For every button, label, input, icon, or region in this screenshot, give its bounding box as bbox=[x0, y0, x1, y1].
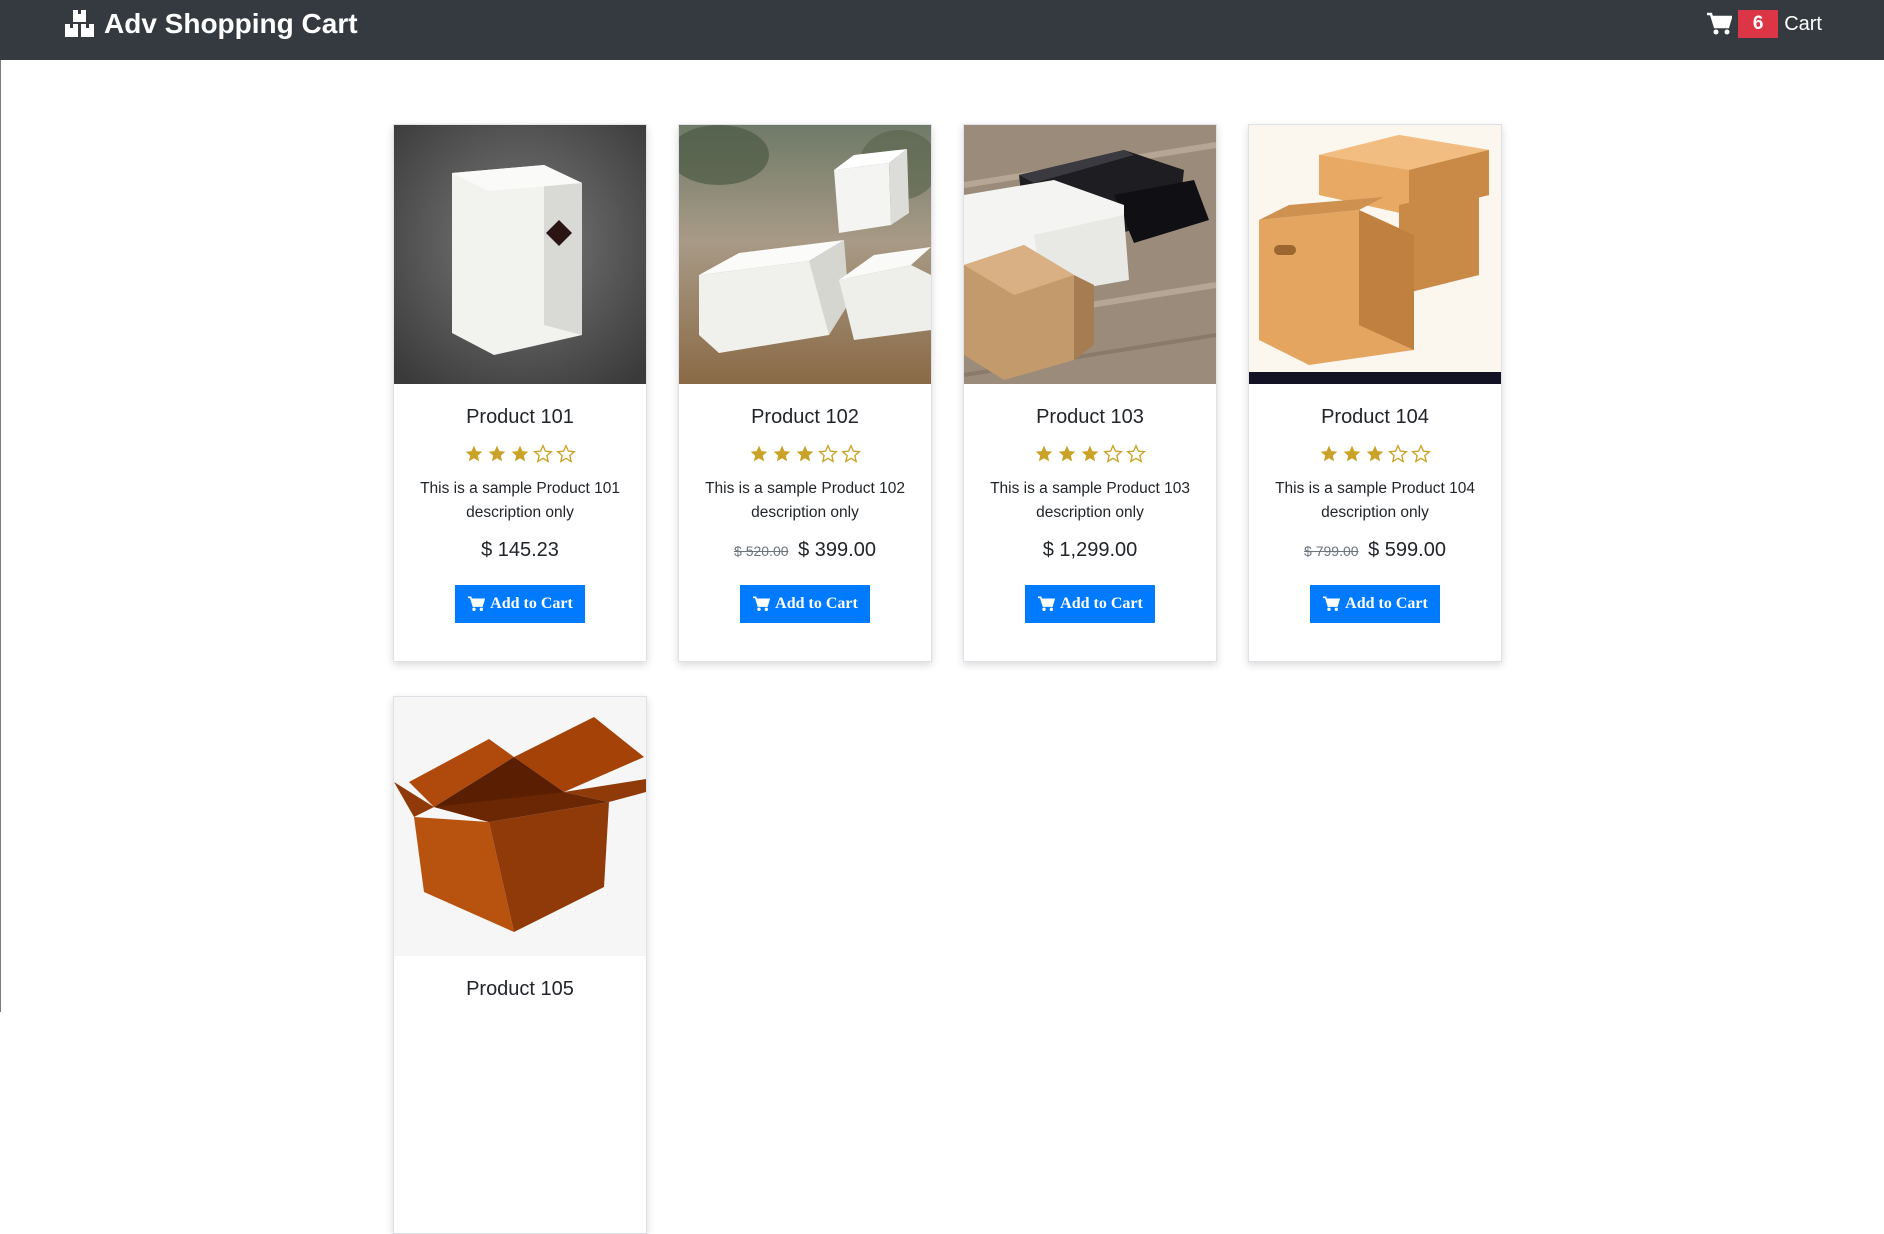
product-price-row: $ 1,299.00 bbox=[964, 539, 1216, 565]
boxes-icon bbox=[64, 9, 96, 39]
add-to-cart-label: Add to Cart bbox=[490, 595, 573, 612]
product-description: This is a sample Product 102 description… bbox=[705, 480, 905, 521]
star-empty-icon bbox=[841, 444, 861, 466]
rating-stars bbox=[964, 444, 1216, 466]
product-description: This is a sample Product 101 description… bbox=[420, 480, 620, 521]
product-old-price: $ 520.00 bbox=[734, 543, 789, 559]
add-to-cart-button[interactable]: Add to Cart bbox=[1310, 585, 1440, 623]
product-image[interactable] bbox=[394, 125, 646, 384]
star-filled-icon bbox=[510, 444, 530, 466]
brand-title: Adv Shopping Cart bbox=[104, 8, 358, 39]
brand-link[interactable]: Adv Shopping Cart bbox=[64, 6, 358, 42]
star-filled-icon bbox=[1034, 444, 1054, 466]
star-empty-icon bbox=[1411, 444, 1431, 466]
star-filled-icon bbox=[1319, 444, 1339, 466]
add-to-cart-label: Add to Cart bbox=[1060, 595, 1143, 612]
product-price: $ 599.00 bbox=[1368, 539, 1446, 561]
add-to-cart-button[interactable]: Add to Cart bbox=[455, 585, 585, 623]
star-empty-icon bbox=[1103, 444, 1123, 466]
star-empty-icon bbox=[1126, 444, 1146, 466]
rating-stars bbox=[1249, 444, 1501, 466]
product-card: Product 102 This is a sample Product 102… bbox=[678, 124, 932, 662]
product-title: Product 102 bbox=[751, 406, 859, 428]
product-price: $ 1,299.00 bbox=[1042, 539, 1138, 561]
star-filled-icon bbox=[487, 444, 507, 466]
navbar: Adv Shopping Cart 6 Cart bbox=[0, 0, 1884, 60]
star-filled-icon bbox=[772, 444, 792, 466]
product-card: Product 105 bbox=[393, 696, 647, 1234]
star-filled-icon bbox=[749, 444, 769, 466]
star-filled-icon bbox=[1342, 444, 1362, 466]
add-to-cart-label: Add to Cart bbox=[775, 595, 858, 612]
cart-icon bbox=[1706, 12, 1733, 36]
product-description: This is a sample Product 104 description… bbox=[1275, 480, 1475, 521]
star-filled-icon bbox=[1057, 444, 1077, 466]
product-price: $ 399.00 bbox=[798, 539, 876, 561]
add-to-cart-label: Add to Cart bbox=[1345, 595, 1428, 612]
product-image[interactable] bbox=[394, 697, 646, 956]
product-image[interactable] bbox=[1249, 125, 1501, 384]
star-empty-icon bbox=[533, 444, 553, 466]
product-price: $ 145.23 bbox=[481, 539, 559, 561]
product-grid: Product 101 This is a sample Product 101… bbox=[393, 124, 1523, 1234]
product-image[interactable] bbox=[964, 125, 1216, 384]
cart-label: Cart bbox=[1784, 12, 1822, 35]
add-to-cart-button[interactable]: Add to Cart bbox=[1025, 585, 1155, 623]
product-title: Product 104 bbox=[1321, 406, 1429, 428]
product-card: Product 104 This is a sample Product 104… bbox=[1248, 124, 1502, 662]
star-empty-icon bbox=[1388, 444, 1408, 466]
product-card: Product 101 This is a sample Product 101… bbox=[393, 124, 647, 662]
cart-icon bbox=[467, 596, 486, 612]
product-price-row: $ 520.00 $ 399.00 bbox=[679, 539, 931, 565]
page-left-border bbox=[0, 60, 1, 1012]
product-price-row: $ 145.23 bbox=[394, 539, 646, 565]
product-title: Product 103 bbox=[1036, 406, 1144, 428]
product-title: Product 105 bbox=[466, 978, 574, 1000]
star-filled-icon bbox=[1080, 444, 1100, 466]
star-filled-icon bbox=[795, 444, 815, 466]
star-filled-icon bbox=[464, 444, 484, 466]
cart-link[interactable]: 6 Cart bbox=[1706, 10, 1822, 38]
product-price-row: $ 799.00 $ 599.00 bbox=[1249, 539, 1501, 565]
star-filled-icon bbox=[1365, 444, 1385, 466]
cart-icon bbox=[752, 596, 771, 612]
cart-count-badge: 6 bbox=[1738, 10, 1779, 38]
cart-icon bbox=[1322, 596, 1341, 612]
rating-stars bbox=[394, 444, 646, 466]
product-image[interactable] bbox=[679, 125, 931, 384]
add-to-cart-button[interactable]: Add to Cart bbox=[740, 585, 870, 623]
star-empty-icon bbox=[818, 444, 838, 466]
product-description: This is a sample Product 103 description… bbox=[990, 480, 1190, 521]
product-title: Product 101 bbox=[466, 406, 574, 428]
cart-icon bbox=[1037, 596, 1056, 612]
product-card: Product 103 This is a sample Product 103… bbox=[963, 124, 1217, 662]
star-empty-icon bbox=[556, 444, 576, 466]
product-old-price: $ 799.00 bbox=[1304, 543, 1359, 559]
rating-stars bbox=[679, 444, 931, 466]
